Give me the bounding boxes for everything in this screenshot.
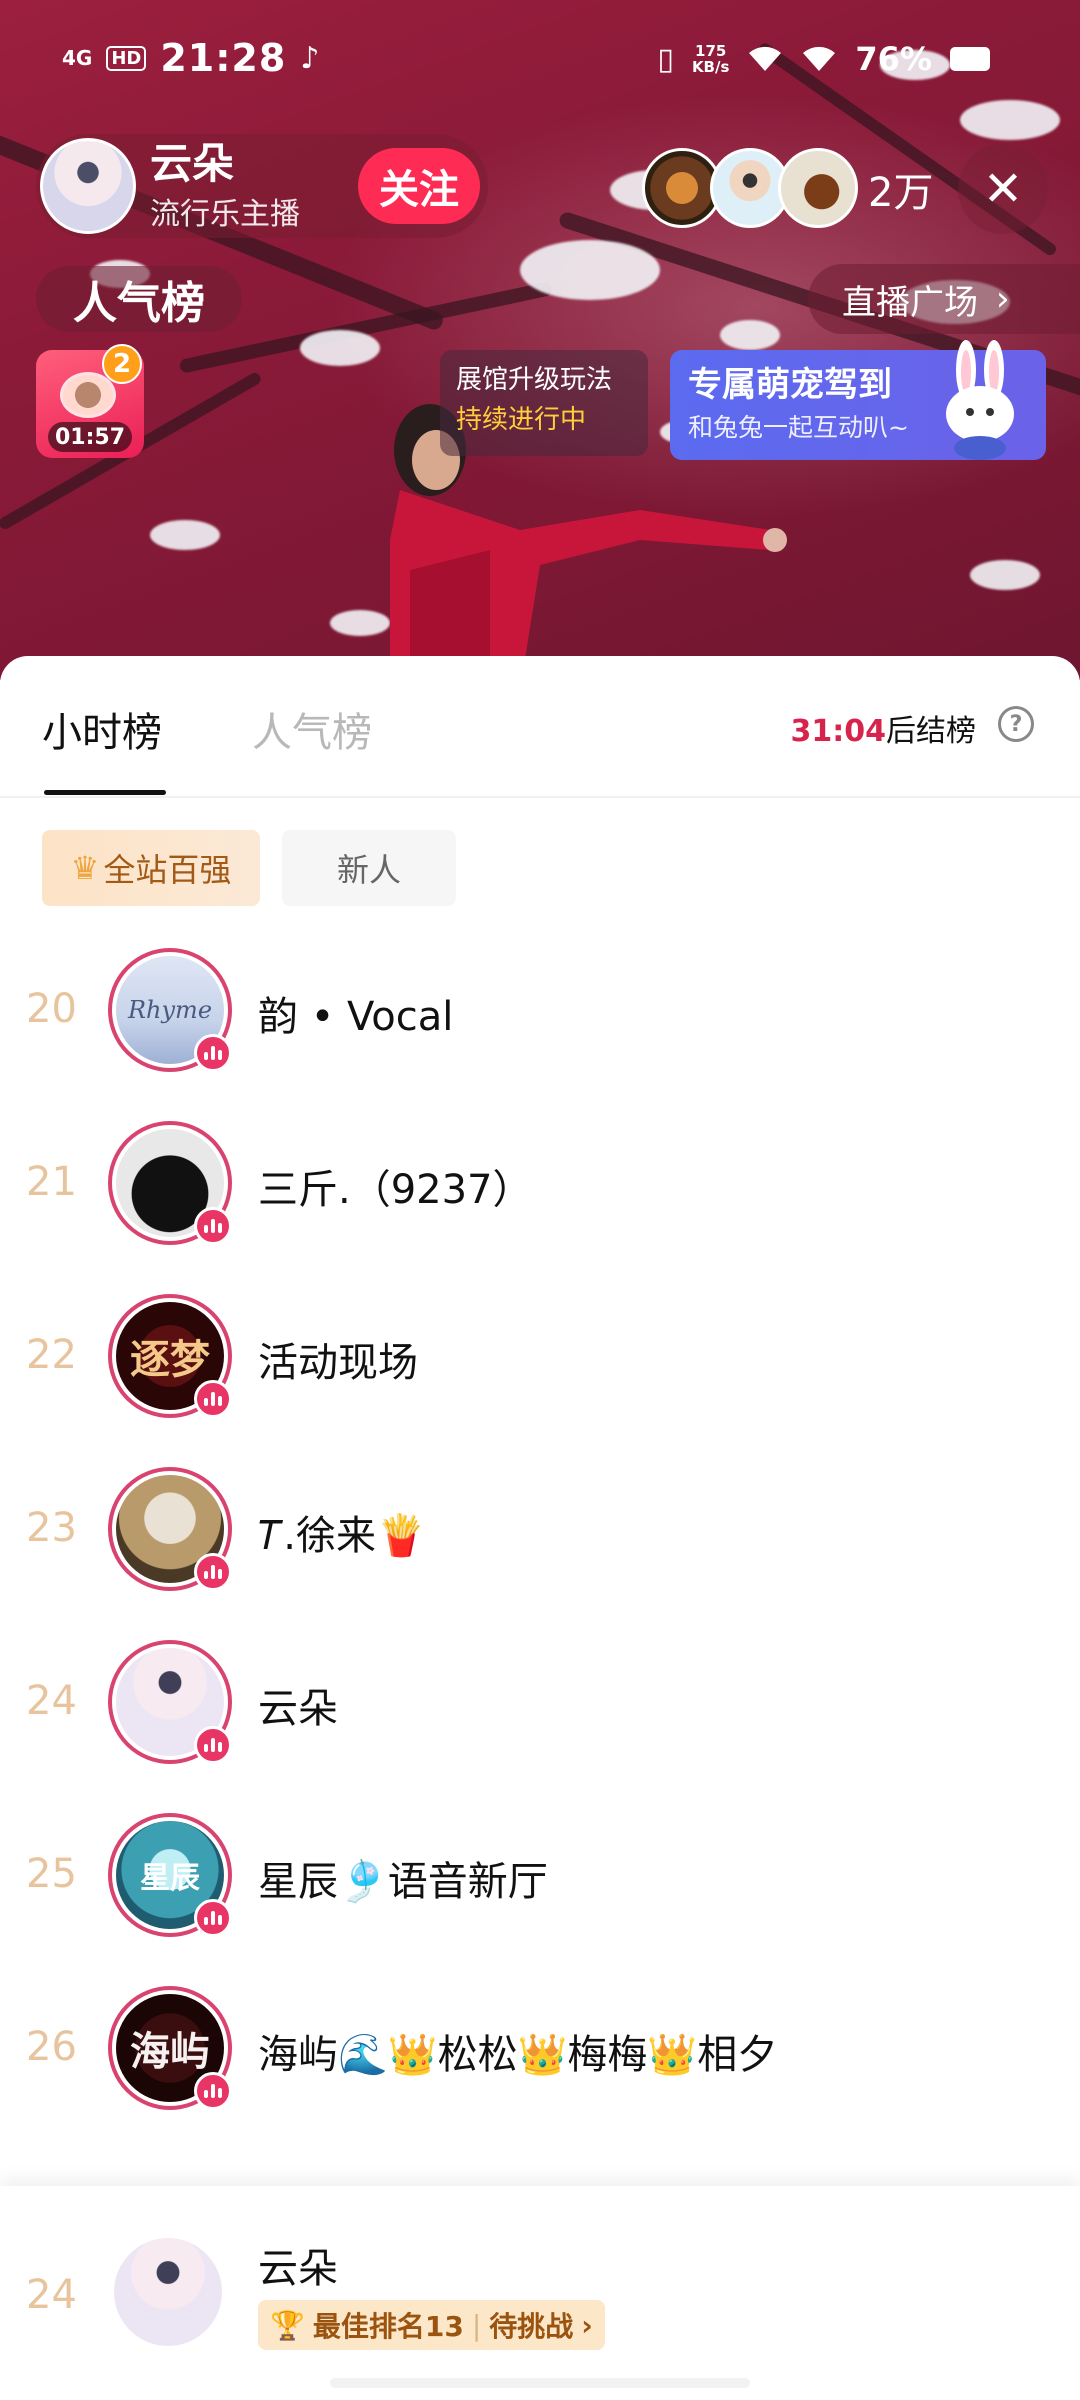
ranking-sheet: 小时榜 人气榜 31:04后结榜 ? ♛ 全站百强 新人 20 Rhyme 韵 … [0,656,1080,2400]
hall-upgrade-promo[interactable]: 展馆升级玩法 持续进行中 [440,350,648,456]
live-indicator-icon [194,1899,232,1937]
live-indicator-icon [194,1207,232,1245]
streamer-subtitle: 流行乐主播 [150,197,300,232]
live-plaza-label: 直播广场 [842,282,978,323]
crown-icon: ♛ [70,849,100,887]
divider: | [471,2308,482,2342]
gift-icon [60,372,116,418]
avatar[interactable]: 星辰 [108,1813,232,1937]
active-tab-indicator [44,790,166,795]
live-plaza-button[interactable]: 直播广场 › [808,264,1080,334]
streamer-name: 韵 • Vocal [258,994,454,1040]
my-rank-number: 24 [26,2272,77,2318]
ranking-filters: ♛ 全站百强 新人 [42,830,456,906]
home-indicator[interactable] [330,2378,750,2388]
streamer-name: 海屿🌊👑松松👑梅梅👑相夕 [258,2032,778,2078]
ranking-list: 20 Rhyme 韵 • Vocal 21 三斤.（9237） 22 逐梦 活动… [0,926,1080,2137]
promo-subtitle: 持续进行中 [456,405,587,435]
avatar[interactable]: Rhyme [108,948,232,1072]
streamer-name: 三斤.（9237） [258,1167,533,1213]
battery-icon [950,47,990,71]
vibrate-icon: ▯ [657,41,674,77]
chevron-right-icon: › [581,2308,593,2342]
popularity-chip[interactable]: 人气榜 [36,266,242,332]
streamer-info[interactable]: 云朵 流行乐主播 关注 [36,134,488,238]
tiktok-icon: ♪ [300,40,320,76]
list-item[interactable]: 23 𝑇.徐来🍟 [0,1445,1080,1618]
rank-number: 24 [26,1678,77,1724]
streamer-name: 活动现场 [258,1340,418,1386]
network-indicator: 4G [62,46,93,70]
network-speed: 175 KB/s [691,42,730,76]
gift-badge: 2 [102,344,142,384]
gift-timer: 01:57 [48,422,132,452]
list-item[interactable]: 25 星辰 星辰🎐语音新厅 [0,1791,1080,1964]
avatar[interactable]: 海屿 [108,1986,232,2110]
viewer-count[interactable]: 2万 [868,144,968,234]
gift-box[interactable]: 2 01:57 [36,344,144,458]
status-bar: 4G HD 21:28 ♪ ▯ 175 KB/s 76% [0,0,1080,120]
follow-button[interactable]: 关注 [358,148,480,224]
rank-number: 26 [26,2024,77,2070]
wifi-icon [749,46,782,71]
ranking-countdown: 31:04后结榜 [791,706,977,750]
filter-newcomer[interactable]: 新人 [282,830,456,906]
avatar[interactable]: 逐梦 [108,1294,232,1418]
rank-number: 22 [26,1332,77,1378]
streamer-name: 云朵 [258,1686,338,1732]
live-indicator-icon [194,2072,232,2110]
streamer-name: 云朵 [150,139,235,188]
live-indicator-icon [194,1726,232,1764]
live-indicator-icon [194,1553,232,1591]
best-rank-badge[interactable]: 🏆 最佳排名13 | 待挑战 › [258,2300,605,2350]
best-rank-label: 最佳排名13 [312,2310,464,2343]
help-icon[interactable]: ? [998,706,1034,742]
trophy-icon: 🏆 [270,2308,305,2342]
viewer-avatar[interactable] [778,148,858,228]
filter-top100[interactable]: ♛ 全站百强 [42,830,260,906]
my-rank-bar[interactable]: 24 云朵 🏆 最佳排名13 | 待挑战 › [0,2186,1080,2400]
tab-popularity[interactable]: 人气榜 [252,700,372,758]
close-icon[interactable]: ✕ [958,144,1048,234]
rank-number: 25 [26,1851,77,1897]
list-item[interactable]: 22 逐梦 活动现场 [0,1272,1080,1445]
pet-promo[interactable]: 专属萌宠驾到 和兔兔一起互动叭~ [670,340,1046,460]
promo-title: 展馆升级玩法 [456,365,613,395]
chevron-right-icon: › [996,279,1010,319]
challenge-label: 待挑战 [489,2310,574,2343]
list-item[interactable]: 26 海屿 海屿🌊👑松松👑梅梅👑相夕 [0,1964,1080,2137]
list-item[interactable]: 20 Rhyme 韵 • Vocal [0,926,1080,1099]
rank-number: 20 [26,986,77,1032]
ranking-tabs: 小时榜 人气榜 31:04后结榜 ? [0,656,1080,798]
my-avatar[interactable] [114,2238,222,2346]
list-item[interactable]: 21 三斤.（9237） [0,1099,1080,1272]
streamer-avatar[interactable] [40,138,136,234]
rank-number: 23 [26,1505,77,1551]
streamer-name: 星辰🎐语音新厅 [258,1859,548,1905]
clock: 21:28 [160,36,287,80]
my-name: 云朵 [258,2246,338,2292]
avatar[interactable] [108,1467,232,1591]
live-indicator-icon [194,1034,232,1072]
streamer-name: 𝑇.徐来🍟 [258,1513,426,1559]
battery-percent: 76% [855,40,932,78]
live-indicator-icon [194,1380,232,1418]
hd-indicator: HD [106,45,147,71]
avatar[interactable] [108,1121,232,1245]
rank-number: 21 [26,1159,77,1205]
tab-hourly[interactable]: 小时榜 [42,700,162,758]
viewer-area: 2万 ✕ [638,144,1048,234]
avatar[interactable] [108,1640,232,1764]
countdown-suffix: 后结榜 [886,714,976,749]
bunny-icon [946,340,1014,460]
wifi-icon [803,46,836,71]
countdown-time: 31:04 [790,714,887,749]
filter-label: 全站百强 [103,851,232,889]
list-item[interactable]: 24 云朵 [0,1618,1080,1791]
